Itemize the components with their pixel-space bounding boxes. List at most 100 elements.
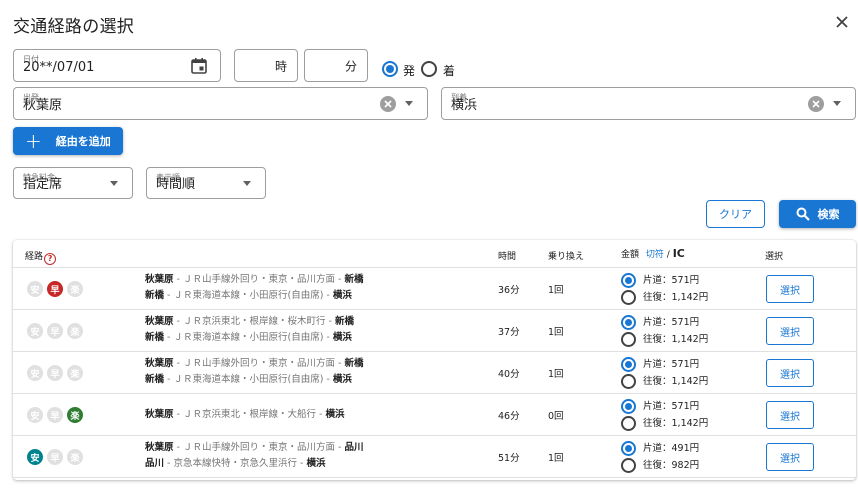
hour-field[interactable]: 時 <box>234 49 298 82</box>
close-icon[interactable] <box>832 12 852 32</box>
route-line: 秋葉原 - ＪＲ山手線外回り・東京・品川方面 - 品川 <box>145 440 363 456</box>
fare-oneway-option[interactable]: 片道：571円 <box>621 314 708 331</box>
search-button[interactable]: 検索 <box>779 200 856 228</box>
select-route-button[interactable]: 選択 <box>766 275 814 303</box>
fare-round-option[interactable]: 往復：982円 <box>621 457 699 474</box>
fare-oneway-option[interactable]: 片道：571円 <box>621 272 708 289</box>
fare-options: 片道：491円 往復：982円 <box>621 440 699 474</box>
header-select: 選択 <box>765 252 784 262</box>
to-station: 新橋 <box>344 274 364 285</box>
select-route-button[interactable]: 選択 <box>766 359 814 387</box>
minute-field[interactable]: 分 <box>304 49 368 82</box>
easy-badge: 楽 <box>67 449 83 465</box>
route-line: 新橋 - ＪＲ東海道本線・小田原行(自由席) - 横浜 <box>145 330 354 346</box>
from-station: 新橋 <box>145 374 165 385</box>
order-dropdown-icon[interactable] <box>243 181 251 186</box>
select-route-button[interactable]: 選択 <box>766 443 814 471</box>
route-line: 秋葉原 - ＪＲ京浜東北・根岸線・大船行 - 横浜 <box>145 407 344 423</box>
express-dropdown-icon[interactable] <box>110 181 118 186</box>
transfer-count: 0回 <box>548 411 564 422</box>
fare-oneway-option[interactable]: 片道：571円 <box>621 356 708 373</box>
fare-round-option[interactable]: 往復：1,142円 <box>621 289 708 306</box>
route-line: 秋葉原 - ＪＲ山手線外回り・東京・品川方面 - 新橋 <box>145 272 363 288</box>
header-slash: / <box>666 250 670 260</box>
help-icon[interactable]: ? <box>44 253 57 265</box>
fare-options: 片道：571円 往復：1,142円 <box>621 398 708 432</box>
clear-button[interactable]: クリア <box>706 200 765 228</box>
dash: - <box>173 274 183 285</box>
to-station: 横浜 <box>306 458 326 469</box>
fare-oneway-radio[interactable] <box>621 315 636 330</box>
to-station: 横浜 <box>332 374 352 385</box>
line-name: 京急本線快特・京急久里浜行 <box>173 458 297 469</box>
to-station: 横浜 <box>325 409 345 420</box>
fare-round-radio[interactable] <box>621 332 636 347</box>
line-name: ＪＲ京浜東北・根岸線・桜木町行 <box>182 316 326 327</box>
radio-arrive[interactable] <box>421 61 437 77</box>
fare-oneway-option[interactable]: 片道：571円 <box>621 398 708 415</box>
route-badges: 安早楽 <box>27 365 83 381</box>
safe-badge: 安 <box>27 323 43 339</box>
fare-round-radio[interactable] <box>621 290 636 305</box>
fare-round-radio[interactable] <box>621 374 636 389</box>
order-select[interactable]: 表示順 時間順 <box>146 167 266 199</box>
from-station: 新橋 <box>145 290 165 301</box>
dash: - <box>173 442 183 453</box>
fare-oneway-label: 片道：571円 <box>643 317 700 328</box>
fare-oneway-radio[interactable] <box>621 399 636 414</box>
arrival-field[interactable]: 到着 横浜 <box>441 87 856 120</box>
order-value: 時間順 <box>156 177 196 192</box>
fare-options: 片道：571円 往復：1,142円 <box>621 356 708 390</box>
fare-round-option[interactable]: 往復：1,142円 <box>621 373 708 390</box>
header-route-label: 経路 <box>25 252 44 262</box>
fare-round-radio[interactable] <box>621 416 636 431</box>
radio-arrive-label: 着 <box>443 64 456 78</box>
dash: - <box>323 374 333 385</box>
ic-label: IC <box>672 247 685 260</box>
express-select[interactable]: 特急料金 指定席 <box>13 167 133 199</box>
fare-oneway-radio[interactable] <box>621 441 636 456</box>
fare-oneway-radio[interactable] <box>621 357 636 372</box>
fare-round-option[interactable]: 往復：1,142円 <box>621 415 708 432</box>
table-row: 安早楽 秋葉原 - ＪＲ京浜東北・根岸線・大船行 - 横浜 46分 0回 片道：571円… <box>13 394 856 436</box>
date-field[interactable]: 日付 20**/07/01 <box>13 49 221 82</box>
to-station: 新橋 <box>334 316 354 327</box>
clear-arrival-icon[interactable] <box>808 96 824 112</box>
safe-badge: 安 <box>27 365 43 381</box>
duration: 46分 <box>498 411 520 422</box>
express-value: 指定席 <box>23 177 63 192</box>
route-line: 秋葉原 - ＪＲ京浜東北・根岸線・桜木町行 - 新橋 <box>145 314 354 330</box>
table-row: 安早楽 秋葉原 - ＪＲ山手線外回り・東京・品川方面 - 品川 品川 - 京急本線快… <box>13 436 856 478</box>
select-route-button[interactable]: 選択 <box>766 401 814 429</box>
arrival-value: 横浜 <box>451 98 478 113</box>
easy-badge: 楽 <box>67 407 83 423</box>
fast-badge: 早 <box>47 449 63 465</box>
radio-depart[interactable] <box>382 61 398 77</box>
ticket-link[interactable]: 切符 <box>646 250 664 260</box>
fare-oneway-radio[interactable] <box>621 273 636 288</box>
line-name: ＪＲ東海道本線・小田原行(自由席) <box>173 374 324 385</box>
select-route-button[interactable]: 選択 <box>766 317 814 345</box>
fare-round-option[interactable]: 往復：1,142円 <box>621 331 708 348</box>
table-header: 経路? 時間 乗り換え 金額 切符 / IC 選択 <box>13 240 856 268</box>
departure-field[interactable]: 出発 秋葉原 <box>13 87 428 120</box>
line-name: ＪＲ東海道本線・小田原行(自由席) <box>173 290 324 301</box>
fare-oneway-option[interactable]: 片道：491円 <box>621 440 699 457</box>
route-line: 新橋 - ＪＲ東海道本線・小田原行(自由席) - 横浜 <box>145 288 363 304</box>
arrival-dropdown-icon[interactable] <box>833 101 841 106</box>
fare-round-radio[interactable] <box>621 458 636 473</box>
clear-departure-icon[interactable] <box>380 96 396 112</box>
line-name: ＪＲ山手線外回り・東京・品川方面 <box>182 358 335 369</box>
add-route-button[interactable]: + 経由を追加 <box>13 127 123 155</box>
calendar-icon[interactable] <box>190 57 208 75</box>
route-line: 品川 - 京急本線快特・京急久里浜行 - 横浜 <box>145 456 363 472</box>
dash: - <box>173 409 183 420</box>
route-detail: 秋葉原 - ＪＲ京浜東北・根岸線・大船行 - 横浜 <box>145 407 344 423</box>
transfer-count: 1回 <box>548 285 564 296</box>
fast-badge: 早 <box>47 365 63 381</box>
departure-dropdown-icon[interactable] <box>405 101 413 106</box>
departure-value: 秋葉原 <box>23 98 63 113</box>
from-station: 秋葉原 <box>145 442 174 453</box>
fast-badge: 早 <box>47 281 63 297</box>
duration: 51分 <box>498 453 520 464</box>
